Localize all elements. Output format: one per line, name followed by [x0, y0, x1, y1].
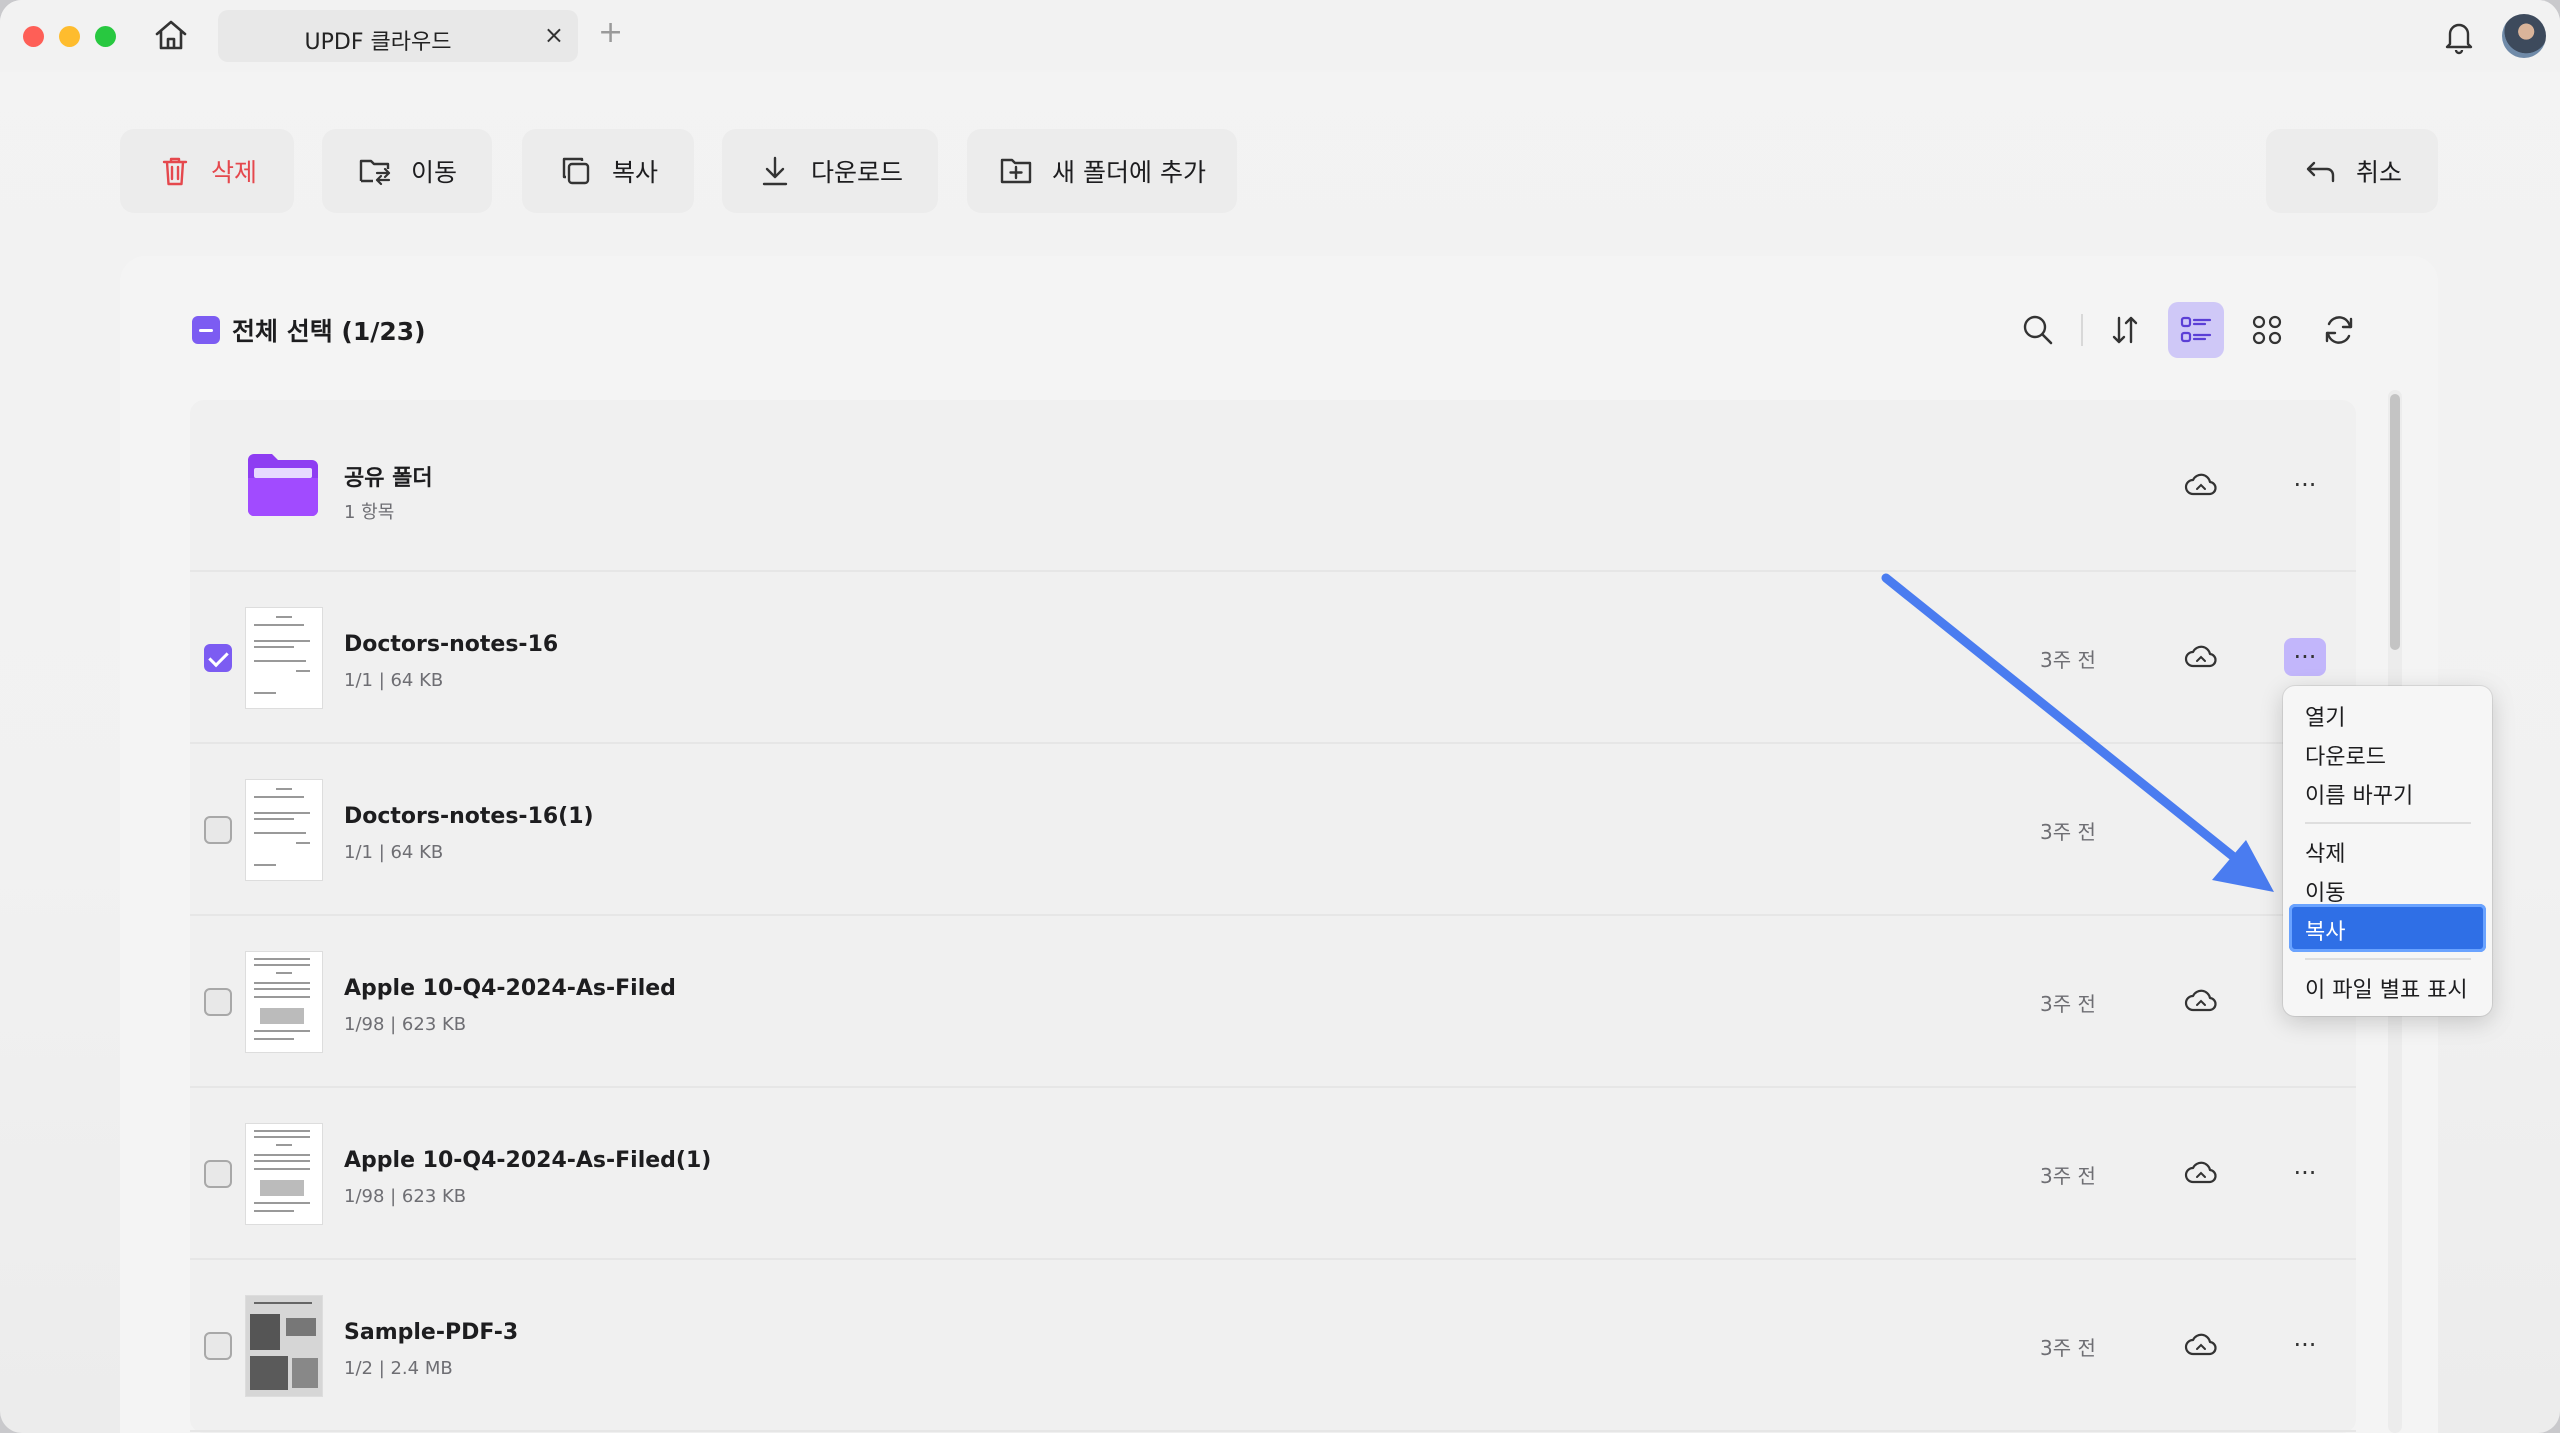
file-name: Doctors-notes-16	[344, 632, 559, 657]
menu-item-star[interactable]: 이 파일 별표 표시	[2305, 972, 2468, 1004]
list-item[interactable]: Doctors-notes-16 1/1 | 64 KB 3주 전 ···	[190, 572, 2356, 744]
download-label: 다운로드	[810, 158, 903, 187]
file-meta: 1/1 | 64 KB	[344, 842, 444, 863]
menu-item-delete[interactable]: 삭제	[2305, 836, 2345, 868]
tab-title: UPDF 클라우드	[304, 30, 452, 55]
pdf-thumbnail	[246, 780, 322, 880]
file-date: 3주 전	[2040, 648, 2096, 672]
home-icon[interactable]	[152, 16, 190, 54]
list-view-icon[interactable]	[2168, 302, 2224, 358]
list-item[interactable]: Doctors-notes-16(1) 1/1 | 64 KB 3주 전	[190, 744, 2356, 916]
title-bar: UPDF 클라우드 × +	[0, 0, 2560, 72]
row-checkbox[interactable]	[204, 988, 232, 1016]
menu-item-rename[interactable]: 이름 바꾸기	[2305, 778, 2413, 810]
select-all-checkbox[interactable]	[192, 316, 220, 344]
cloud-icon	[2184, 645, 2217, 668]
add-to-new-folder-button[interactable]: 새 폴더에 추가	[967, 129, 1237, 213]
row-checkbox[interactable]	[204, 816, 232, 844]
file-name: Doctors-notes-16(1)	[344, 804, 594, 829]
new-folder-label: 새 폴더에 추가	[1052, 158, 1206, 187]
list-item[interactable]: Sample-PDF-3 1/2 | 2.4 MB 3주 전 ···	[190, 1260, 2356, 1432]
file-meta: 1 항목	[344, 502, 395, 523]
cloud-icon	[2184, 1333, 2217, 1356]
grid-view-icon[interactable]	[2239, 302, 2295, 358]
delete-button[interactable]: 삭제	[120, 129, 294, 213]
select-all-toggle[interactable]: 전체 선택 (1/23)	[192, 312, 426, 348]
more-options-button[interactable]: ···	[2284, 466, 2326, 504]
zoom-window-button[interactable]	[95, 26, 116, 47]
select-all-label: 전체 선택 (1/23)	[232, 317, 426, 346]
list-item[interactable]: Apple 10-Q4-2024-As-Filed 1/98 | 623 KB …	[190, 916, 2356, 1088]
file-date: 3주 전	[2040, 820, 2096, 844]
move-button[interactable]: 이동	[322, 129, 492, 213]
cancel-label: 취소	[2355, 158, 2402, 187]
file-name: Apple 10-Q4-2024-As-Filed(1)	[344, 1148, 712, 1173]
pdf-thumbnail	[246, 608, 322, 708]
file-date: 3주 전	[2040, 992, 2096, 1016]
file-list: 공유 폴더 1 항목 ··· Doctors-notes-16 1/1 | 64…	[190, 400, 2356, 1433]
pdf-thumbnail	[246, 952, 322, 1052]
file-date: 3주 전	[2040, 1164, 2096, 1188]
copy-label: 복사	[611, 158, 658, 187]
file-name: Apple 10-Q4-2024-As-Filed	[344, 976, 676, 1001]
download-button[interactable]: 다운로드	[722, 129, 938, 213]
file-name: 공유 폴더	[344, 466, 433, 491]
row-checkbox[interactable]	[204, 1160, 232, 1188]
app-window: UPDF 클라우드 × + 삭제 이동 복사 다운로드 새 폴더에 추가 취소 …	[0, 0, 2560, 1433]
menu-item-move[interactable]: 이동	[2305, 875, 2345, 907]
list-item[interactable]: Apple 10-Q4-2024-As-Filed(1) 1/98 | 623 …	[190, 1088, 2356, 1260]
delete-label: 삭제	[210, 158, 257, 187]
row-checkbox[interactable]	[204, 644, 232, 672]
cloud-icon	[2184, 473, 2217, 496]
menu-item-open[interactable]: 열기	[2305, 700, 2345, 732]
cancel-button[interactable]: 취소	[2266, 129, 2438, 213]
minimize-window-button[interactable]	[59, 26, 80, 47]
refresh-icon[interactable]	[2311, 302, 2367, 358]
close-window-button[interactable]	[23, 26, 44, 47]
move-label: 이동	[410, 158, 457, 187]
copy-button[interactable]: 복사	[522, 129, 694, 213]
bell-icon[interactable]	[2440, 16, 2478, 56]
scrollbar-thumb[interactable]	[2390, 394, 2400, 650]
more-options-button[interactable]: ···	[2284, 1154, 2326, 1192]
pdf-thumbnail	[246, 1124, 322, 1224]
trash-icon	[162, 157, 188, 186]
file-meta: 1/98 | 623 KB	[344, 1014, 467, 1035]
search-icon[interactable]	[2010, 302, 2066, 358]
undo-arrow-icon	[2306, 161, 2335, 183]
copy-icon	[562, 157, 590, 185]
tab-updf-cloud[interactable]: UPDF 클라우드 ×	[218, 10, 578, 62]
file-name: Sample-PDF-3	[344, 1320, 519, 1345]
cloud-icon	[2184, 989, 2217, 1012]
toolbar-divider	[2081, 314, 2083, 346]
sort-icon[interactable]	[2097, 302, 2153, 358]
more-options-button[interactable]: ···	[2284, 638, 2326, 676]
folder-icon	[248, 454, 318, 516]
list-item[interactable]: 공유 폴더 1 항목 ···	[190, 400, 2356, 572]
menu-separator	[2305, 958, 2471, 960]
pdf-thumbnail	[246, 1296, 322, 1396]
file-date: 3주 전	[2040, 1336, 2096, 1360]
menu-item-download[interactable]: 다운로드	[2305, 739, 2386, 771]
menu-separator	[2305, 822, 2471, 824]
file-meta: 1/98 | 623 KB	[344, 1186, 467, 1207]
menu-item-copy[interactable]: 복사	[2289, 904, 2486, 952]
file-meta: 1/2 | 2.4 MB	[344, 1358, 453, 1379]
row-checkbox[interactable]	[204, 1332, 232, 1360]
context-menu: 열기 다운로드 이름 바꾸기 삭제 이동 복사 이 파일 별표 표시	[2283, 686, 2492, 1016]
download-icon	[762, 156, 788, 186]
folder-move-icon	[359, 159, 391, 186]
folder-plus-icon	[1000, 158, 1032, 184]
avatar[interactable]	[2502, 14, 2546, 58]
tab-close-icon[interactable]: ×	[544, 23, 564, 47]
cloud-icon	[2184, 1161, 2217, 1184]
file-meta: 1/1 | 64 KB	[344, 670, 444, 691]
new-tab-icon[interactable]: +	[598, 18, 623, 48]
more-options-button[interactable]: ···	[2284, 1326, 2326, 1364]
